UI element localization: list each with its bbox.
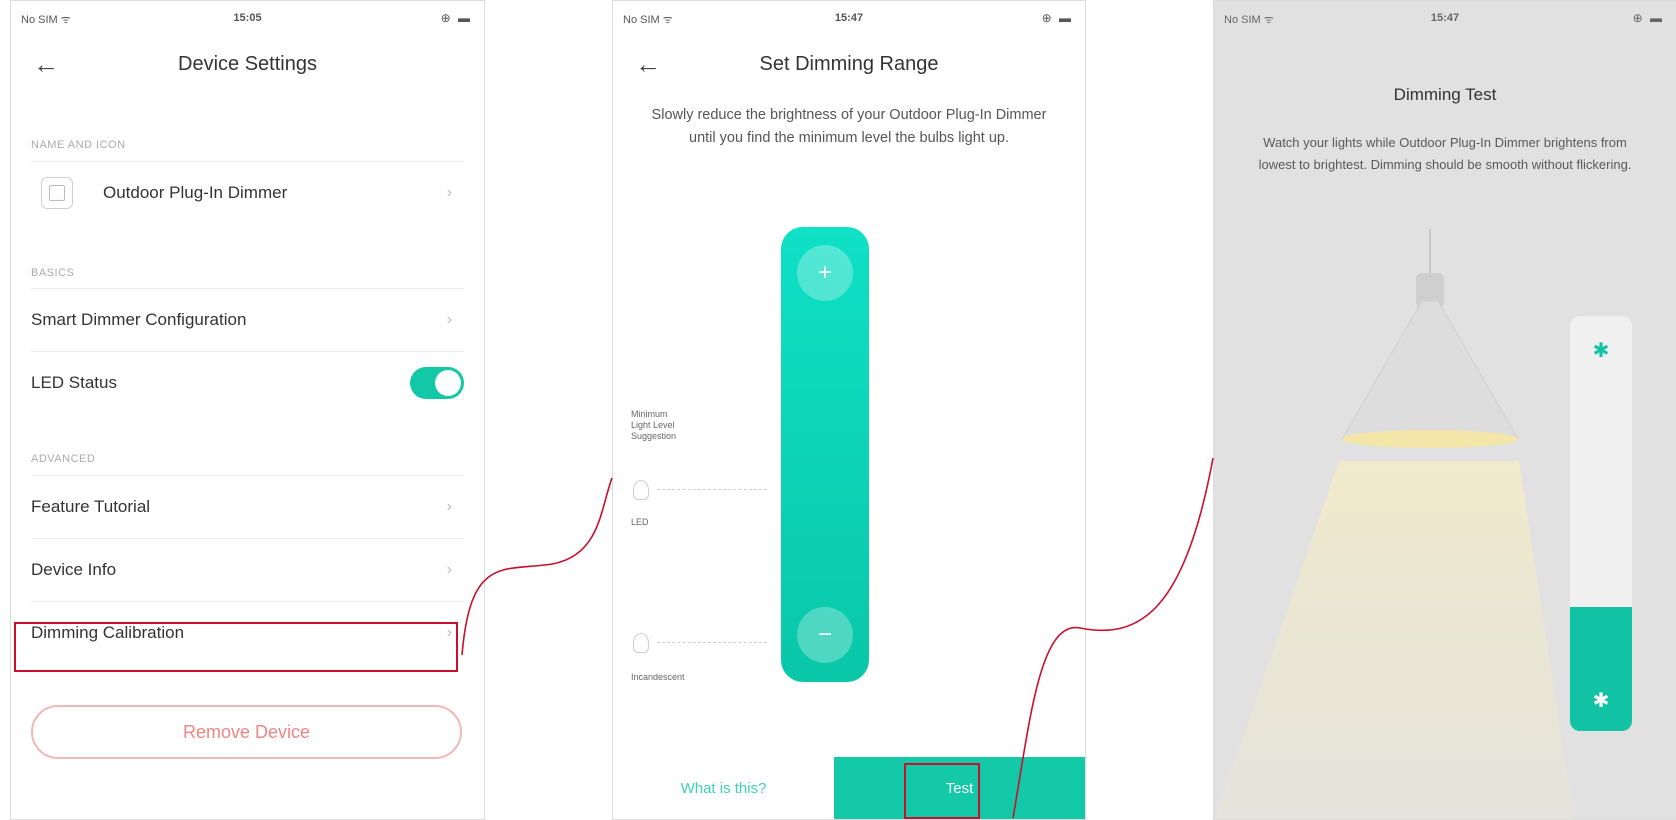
device-info-label: Device Info (31, 560, 117, 579)
section-label-advanced: ADVANCED (31, 453, 96, 465)
feature-tutorial-row[interactable]: Feature Tutorial › (31, 475, 464, 538)
incandescent-bulb-icon (633, 633, 649, 653)
led-bulb-icon (633, 480, 649, 500)
test-button[interactable]: Test (834, 757, 1085, 819)
led-status-toggle[interactable] (410, 367, 464, 399)
dimming-calibration-highlight (14, 622, 458, 672)
section-label-name-icon: NAME AND ICON (31, 139, 126, 151)
light-beam (1214, 461, 1574, 819)
device-settings-screen: No SIM ᯤ 15:05 ⊕ ▬ ← Device Settings NAM… (10, 0, 485, 820)
minimum-light-level-suggestion-label: Minimum Light Level Suggestion (631, 409, 677, 441)
dimming-test-screen: No SIM ᯤ 15:47 ⊕ ▬ Dimming Test Watch yo… (1213, 0, 1676, 820)
test-highlight-box (904, 763, 980, 819)
battery-icon: ⊕ ▬ (1632, 11, 1664, 25)
carrier-label: No SIM ᯤ (21, 14, 71, 26)
lamp-shade-icon (1341, 301, 1519, 448)
device-name-row[interactable]: Outdoor Plug-In Dimmer › (31, 161, 464, 224)
feature-tutorial-label: Feature Tutorial (31, 497, 151, 516)
increase-brightness-button[interactable]: + (797, 245, 853, 301)
clock: 15:47 (834, 12, 864, 24)
device-info-row[interactable]: Device Info › (31, 538, 464, 601)
brightness-level-slider[interactable]: ✱ ✱ (1570, 316, 1632, 731)
plug-icon (41, 177, 73, 209)
battery-icon: ⊕ ▬ (1041, 11, 1073, 25)
section-label-basics: BASICS (31, 267, 75, 279)
clock: 15:05 (233, 12, 262, 24)
status-bar: No SIM ᯤ 15:47 ⊕ ▬ (1214, 1, 1676, 31)
lamp-wire (1429, 229, 1431, 277)
page-title: Set Dimming Range (759, 53, 939, 75)
status-bar: No SIM ᯤ 15:05 ⊕ ▬ (11, 1, 484, 31)
led-level-marker (657, 489, 767, 490)
what-is-this-link[interactable]: What is this? (613, 757, 834, 819)
carrier-label: No SIM ᯤ (623, 14, 673, 26)
instruction-text: Watch your lights while Outdoor Plug-In … (1258, 135, 1632, 172)
instruction-text: Slowly reduce the brightness of your Out… (651, 107, 1047, 146)
sun-bright-icon: ✱ (1592, 340, 1610, 362)
smart-dimmer-configuration-row[interactable]: Smart Dimmer Configuration › (31, 288, 464, 351)
smart-dimmer-configuration-label: Smart Dimmer Configuration (31, 310, 247, 329)
status-bar: No SIM ᯤ 15:47 ⊕ ▬ (613, 1, 1085, 31)
led-status-row: LED Status (31, 351, 464, 414)
decrease-brightness-button[interactable]: − (797, 607, 853, 663)
chevron-right-icon: › (446, 184, 452, 201)
toggle-knob (435, 370, 461, 396)
led-status-label: LED Status (31, 373, 117, 392)
device-name-label: Outdoor Plug-In Dimmer (103, 183, 288, 202)
remove-device-button[interactable]: Remove Device (31, 705, 462, 759)
battery-icon: ⊕ ▬ (440, 11, 472, 25)
carrier-label: No SIM ᯤ (1224, 14, 1274, 26)
dimming-range-slider[interactable]: + − (781, 227, 869, 682)
bottom-action-bar: What is this? Test (613, 757, 1085, 819)
set-dimming-range-screen: No SIM ᯤ 15:47 ⊕ ▬ ← Set Dimming Range S… (612, 0, 1086, 820)
page-title: Dimming Test (1393, 85, 1497, 104)
clock: 15:47 (1430, 12, 1460, 24)
chevron-right-icon: › (446, 311, 452, 328)
chevron-right-icon: › (446, 498, 452, 515)
incandescent-label: Incandescent (631, 672, 685, 682)
sun-dim-icon: ✱ (1592, 690, 1610, 712)
chevron-right-icon: › (446, 561, 452, 578)
page-title: Device Settings (178, 53, 317, 75)
led-label: LED (631, 517, 649, 527)
incandescent-level-marker (657, 642, 767, 643)
